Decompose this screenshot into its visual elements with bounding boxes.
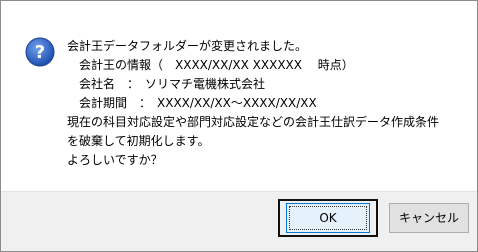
cancel-button[interactable]: キャンセル: [389, 203, 469, 233]
message-line: 現在の科目対応設定や部門対応設定などの会計王仕訳データ作成条件: [67, 115, 440, 129]
message-text: 会計王データフォルダーが変更されました。 会計王の情報（ XXXX/XX/XX …: [67, 37, 467, 170]
svg-text:?: ?: [35, 42, 45, 63]
message-line: 会計期間 ： XXXX/XX/XX～XXXX/XX/XX: [67, 96, 317, 110]
message-line: を破棄して初期化します。: [67, 134, 210, 148]
ok-button-highlight: OK: [278, 199, 378, 237]
message-dialog: ? 会計王データフォルダーが変更されました。 会計王の情報（ XXXX/XX/X…: [0, 0, 478, 252]
dialog-button-bar: OK キャンセル: [1, 191, 477, 251]
cancel-button-label: キャンセル: [398, 211, 459, 225]
message-line: 会計王データフォルダーが変更されました。: [67, 39, 308, 53]
ok-button[interactable]: OK: [286, 203, 370, 233]
dialog-content: ? 会計王データフォルダーが変更されました。 会計王の情報（ XXXX/XX/X…: [1, 1, 477, 191]
message-line: よろしいですか？: [67, 153, 163, 167]
question-icon: ?: [25, 37, 55, 67]
focus-rect: [289, 206, 367, 230]
message-line: 会社名 ： ソリマチ電機株式会社: [67, 77, 266, 91]
message-line: 会計王の情報（ XXXX/XX/XX XXXXXX 時点）: [67, 58, 354, 72]
